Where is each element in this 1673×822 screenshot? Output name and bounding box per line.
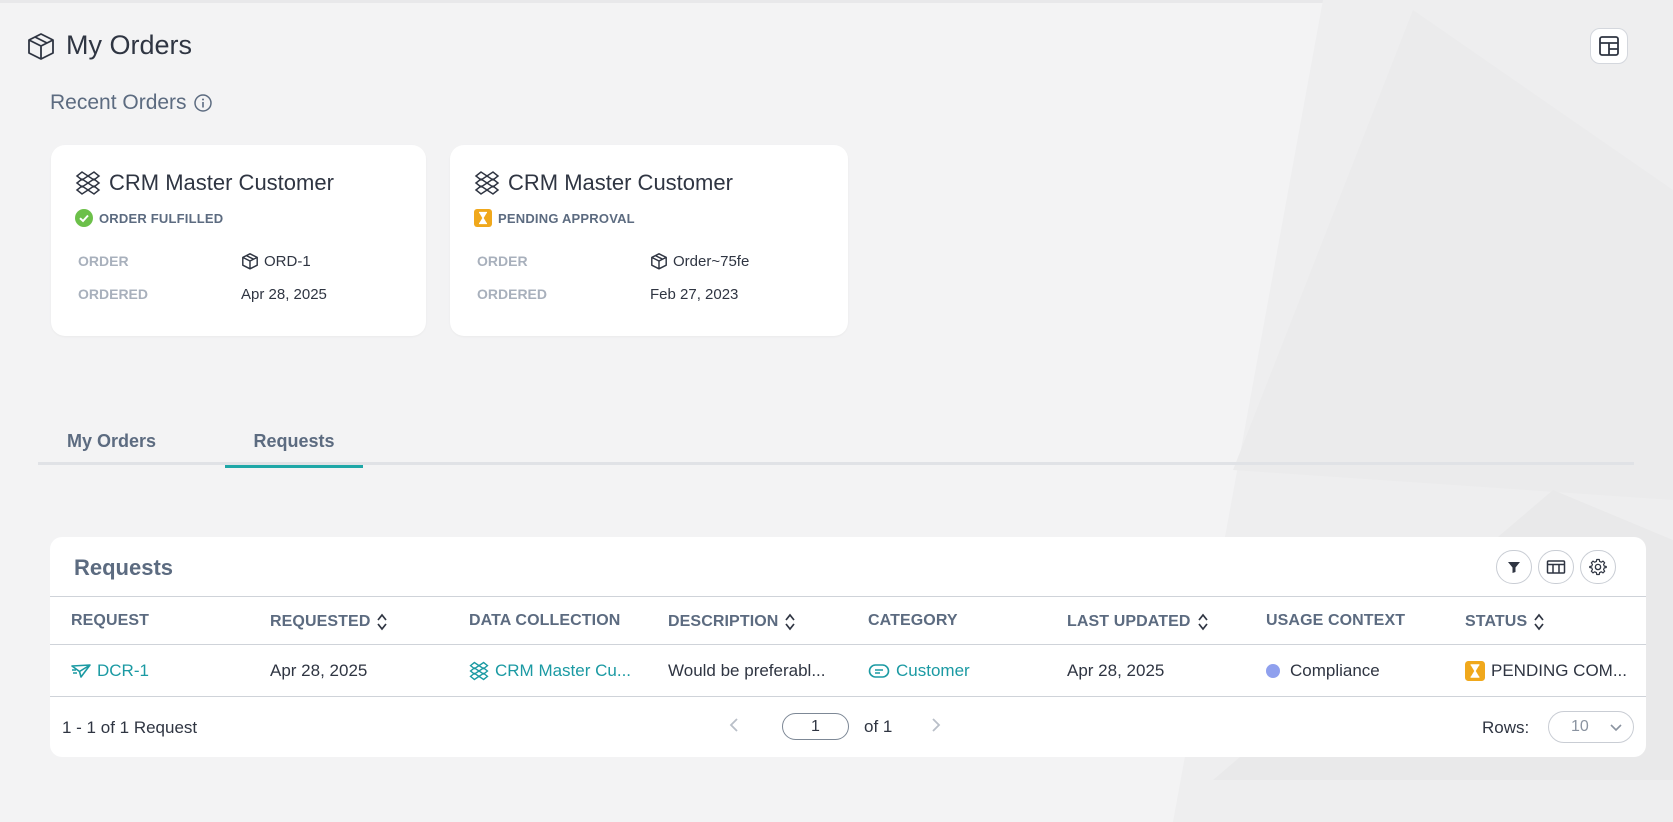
tab-bar: My Orders Requests <box>38 420 1634 468</box>
table-header: REQUEST REQUESTED DATA COLLECTION DESCRI… <box>50 596 1646 645</box>
status-badge: ORDER FULFILLED <box>75 209 223 227</box>
column-header-data-collection: DATA COLLECTION <box>469 612 621 629</box>
filter-icon <box>1508 562 1520 573</box>
order-label: ORDER <box>477 253 528 269</box>
description-cell: Would be preferabl... <box>668 661 826 680</box>
package-icon <box>242 253 258 270</box>
chevron-left-icon <box>729 718 738 732</box>
card-title[interactable]: CRM Master Customer <box>474 170 733 196</box>
columns-button[interactable] <box>1538 550 1574 584</box>
status-badge: PENDING APPROVAL <box>474 209 635 227</box>
send-request-icon <box>71 664 91 678</box>
data-collection-icon <box>474 171 500 195</box>
data-collection-icon <box>469 661 489 681</box>
filter-button[interactable] <box>1496 550 1532 584</box>
package-icon <box>651 253 667 270</box>
usage-context-cell: Compliance <box>1266 661 1380 681</box>
ordered-value: Apr 28, 2025 <box>241 286 327 303</box>
status-cell: PENDING COM... <box>1465 661 1627 681</box>
gear-icon <box>1589 558 1607 576</box>
requested-cell: Apr 28, 2025 <box>270 661 368 680</box>
rows-per-page-label: Rows: <box>1482 718 1530 737</box>
layout-icon <box>1599 36 1619 56</box>
category-link[interactable]: Customer <box>868 661 970 681</box>
page-total: of 1 <box>864 717 893 736</box>
hourglass-icon <box>474 209 492 227</box>
table-row[interactable]: DCR-1 Apr 28, 2025 CRM Master Cu... Woul… <box>50 645 1646 697</box>
page-title: My Orders <box>66 30 193 60</box>
rows-per-page-select[interactable]: 10 <box>1548 711 1634 743</box>
settings-button[interactable] <box>1580 550 1616 584</box>
active-tab-indicator <box>225 465 363 468</box>
tab-requests[interactable]: Requests <box>225 431 363 468</box>
ordered-label: ORDERED <box>78 286 149 302</box>
columns-icon <box>1546 560 1566 574</box>
tag-icon <box>868 664 890 678</box>
usage-context-dot <box>1266 664 1280 678</box>
recent-order-card[interactable]: CRM Master Customer ORDER FULFILLED ORDE… <box>51 145 426 336</box>
column-header-usage-context: USAGE CONTEXT <box>1266 612 1406 629</box>
data-collection-icon <box>75 171 101 195</box>
order-value[interactable]: Order~75fe <box>650 252 749 270</box>
ordered-label: ORDERED <box>477 286 548 302</box>
chevron-down-icon <box>1610 724 1622 732</box>
column-header-last-updated[interactable]: LAST UPDATED <box>1067 612 1209 632</box>
sort-icon <box>785 613 796 631</box>
data-collection-link[interactable]: CRM Master Cu... <box>469 661 631 681</box>
recent-orders-heading: Recent Orders <box>50 91 213 115</box>
tab-my-orders[interactable]: My Orders <box>67 431 156 452</box>
card-title[interactable]: CRM Master Customer <box>75 170 334 196</box>
column-header-request: REQUEST <box>71 612 150 629</box>
sort-icon <box>1534 613 1544 631</box>
check-circle-icon <box>75 209 93 227</box>
last-updated-cell: Apr 28, 2025 <box>1067 661 1165 680</box>
recent-order-card[interactable]: CRM Master Customer PENDING APPROVAL ORD… <box>450 145 848 336</box>
page-number-input[interactable]: 1 <box>782 713 849 740</box>
pagination-count: 1 - 1 of 1 Request <box>62 718 198 737</box>
previous-page-button[interactable] <box>728 715 740 741</box>
order-value[interactable]: ORD-1 <box>241 252 311 270</box>
info-icon[interactable] <box>193 93 213 113</box>
hourglass-icon <box>1465 661 1485 681</box>
package-icon <box>28 32 54 60</box>
order-label: ORDER <box>78 253 129 269</box>
next-page-button[interactable] <box>930 715 942 741</box>
request-link[interactable]: DCR-1 <box>71 661 149 681</box>
column-header-status[interactable]: STATUS <box>1465 612 1545 632</box>
sort-icon <box>1197 613 1208 631</box>
column-header-category: CATEGORY <box>868 612 958 629</box>
ordered-value: Feb 27, 2023 <box>650 286 739 303</box>
column-header-requested[interactable]: REQUESTED <box>270 612 388 632</box>
chevron-right-icon <box>932 718 941 732</box>
layout-toggle-button[interactable] <box>1590 28 1628 64</box>
recent-orders-title: Recent Orders <box>50 91 187 114</box>
panel-title: Requests <box>74 555 174 580</box>
column-header-description[interactable]: DESCRIPTION <box>668 612 796 632</box>
sort-icon <box>377 613 388 631</box>
page-header: My Orders <box>26 30 192 61</box>
requests-panel: Requests REQUEST REQUESTED DATA COLLECTI… <box>50 537 1646 757</box>
top-border <box>0 0 1673 3</box>
